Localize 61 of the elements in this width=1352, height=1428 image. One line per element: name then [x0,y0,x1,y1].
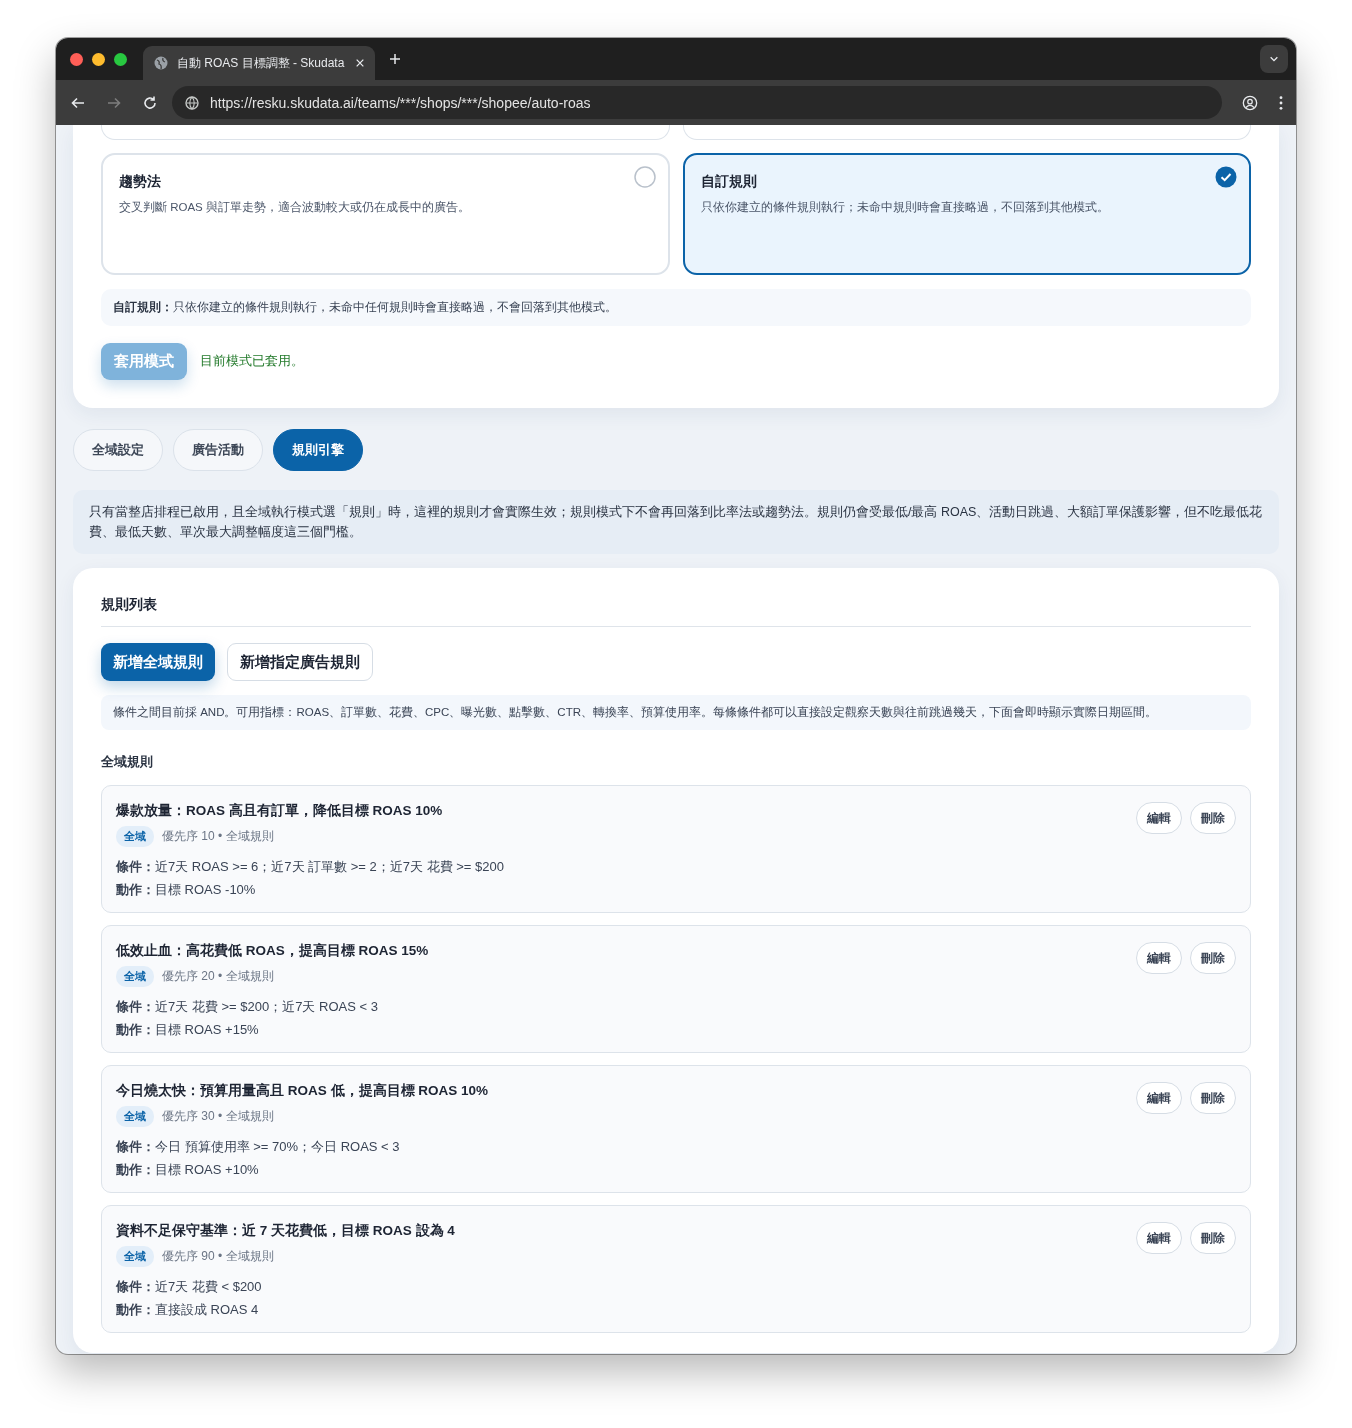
rule-conditions: 條件：今日 預算使用率 >= 70%；今日 ROAS < 3 [116,1138,401,1156]
rule-title: 爆款放量：ROAS 高且有訂單，降低目標 ROAS 10% [116,802,444,820]
mode-description: 交叉判斷 ROAS 與訂單走勢，適合波動較大或仍在成長中的廣告。 [119,200,471,215]
menu-icon[interactable] [1278,94,1284,111]
section-tab[interactable]: 全域設定 [73,429,163,471]
address-bar[interactable]: https://resku.skudata.ai/teams/***/shops/***/shopee/auto-roas [172,86,1222,119]
browser-tab[interactable]: 自動 ROAS 目標調整 - Skudata [143,46,375,80]
scope-tag: 全域 [116,1246,154,1267]
section-tab[interactable]: 廣告活動 [173,429,263,471]
zoom-window-icon[interactable] [114,52,127,66]
rule-action-button[interactable]: 刪除 [1190,942,1236,974]
rule-action-button[interactable]: 編輯 [1136,802,1182,834]
new-tab-icon[interactable] [389,53,401,65]
panel-title: 規則列表 [101,596,1251,627]
rule-conditions: 條件：近7天 花費 >= $200；近7天 ROAS < 3 [116,998,379,1016]
mode-card[interactable]: 自訂規則 只依你建立的條件規則執行；未命中規則時會直接略過，不回落到其他模式。 [682,153,1251,275]
close-window-icon[interactable] [70,52,83,66]
mode-note: 自訂規則：只依你建立的條件規則執行，未命中任何規則時會直接略過，不會回落到其他模式。 [101,289,1251,326]
rule-meta: 優先序 10 • 全域規則 [162,828,274,845]
checked-radio-icon[interactable] [1215,166,1237,188]
rule-title: 資料不足保守基準：近 7 天花費低，目標 ROAS 設為 4 [116,1222,456,1240]
radio-icon[interactable] [633,166,656,188]
info-banner: 只有當整店排程已啟用，且全域執行模式選「規則」時，這裡的規則才會實際生效；規則模式下不會再回落到比率法或趨勢法。規則仍會受最低/最高 ROAS、活動日跳過、大額訂單保護影響，但不吃最低花費、最低天數、單次最大調整幅度這三個門檻。 [73,490,1279,554]
rule-action: 動作：目標 ROAS +15% [116,1021,260,1039]
rule-meta: 優先序 30 • 全域規則 [162,1108,274,1125]
rule-action-button[interactable]: 刪除 [1190,1222,1236,1254]
rule-action-button[interactable]: 刪除 [1190,802,1236,834]
rule-action: 動作：目標 ROAS +10% [116,1161,260,1179]
mode-card[interactable]: 趨勢法 交叉判斷 ROAS 與訂單走勢，適合波動較大或仍在成長中的廣告。 [101,153,670,275]
apply-status: 目前模式已套用。 [200,353,304,370]
mode-title: 趨勢法 [119,173,161,191]
rule-title: 低效止血：高花費低 ROAS，提高目標 ROAS 15% [116,942,430,960]
scope-tag: 全域 [116,966,154,987]
close-icon[interactable] [355,58,365,68]
site-info-icon[interactable] [184,94,200,111]
mode-description: 只依你建立的條件規則執行；未命中規則時會直接略過，不回落到其他模式。 [700,200,1110,215]
hint-text: 條件之間目前採 AND。可用指標：ROAS、訂單數、花費、CPC、曝光數、點擊數、CTR、轉換率、預算使用率。每條條件都可以直接設定觀察天數與往前跳過幾天，下面會即時顯示實際日期區間。 [101,695,1251,730]
rule-title: 今日燒太快：預算用量高且 ROAS 低，提高目標 ROAS 10% [116,1082,490,1100]
add-rule-button[interactable]: 新增全域規則 [101,643,215,681]
mode-title: 自訂規則 [700,173,757,191]
rule-meta: 優先序 20 • 全域規則 [162,968,274,985]
reload-icon[interactable] [142,94,158,111]
rule-action: 動作：直接設成 ROAS 4 [116,1301,260,1319]
rule-action-button[interactable]: 編輯 [1136,942,1182,974]
rule-conditions: 條件：近7天 花費 < $200 [116,1278,263,1296]
caret-icon [1269,54,1279,64]
rule-action-button[interactable]: 編輯 [1136,1222,1182,1254]
tab-title: 自動 ROAS 目標調整 - Skudata [177,54,346,72]
section-title: 全域規則 [101,753,154,771]
scope-tag: 全域 [116,826,154,847]
profile-icon[interactable] [1242,94,1258,111]
add-rule-button[interactable]: 新增指定廣告規則 [227,643,373,681]
rule-meta: 優先序 90 • 全域規則 [162,1248,274,1265]
rule-conditions: 條件：近7天 ROAS >= 6；近7天 訂單數 >= 2；近7天 花費 >= $200 [116,858,505,876]
rule-action-button[interactable]: 刪除 [1190,1082,1236,1114]
scope-tag: 全域 [116,1106,154,1127]
rule-action: 動作：目標 ROAS -10% [116,881,257,899]
rule-action-button[interactable]: 編輯 [1136,1082,1182,1114]
section-tab[interactable]: 規則引擎 [273,429,363,471]
globe-icon [153,55,169,71]
minimize-window-icon[interactable] [92,52,105,66]
